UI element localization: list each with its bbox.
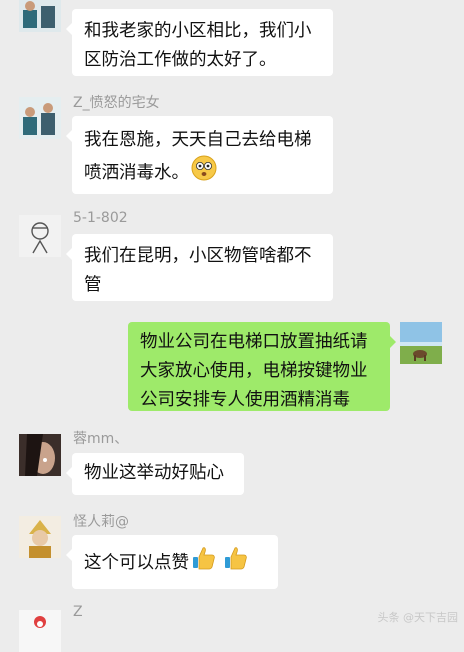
watermark: 头条 @天下吉园 bbox=[377, 611, 459, 624]
message-bubble-self: 物业公司在电梯口放置抽纸请大家放心使用，电梯按键物业公司安排专人使用酒精消毒 bbox=[128, 322, 396, 411]
message-text: 我们在昆明，小区物管啥都不管 bbox=[84, 246, 312, 295]
message-text: 物业公司在电梯口放置抽纸请大家放心使用，电梯按键物业公司安排专人使用酒精消毒 bbox=[140, 332, 368, 410]
message-text: 物业这举动好贴心 bbox=[84, 463, 224, 483]
message-text: 这个可以点赞 bbox=[84, 553, 189, 573]
message-bubble: 和我老家的小区相比，我们小区防治工作做的太好了。 bbox=[66, 9, 333, 76]
message-bubble: 物业这举动好贴心 bbox=[66, 453, 244, 495]
message-bubble: 我在恩施，天天自己去给电梯喷洒消毒水。 bbox=[66, 116, 333, 194]
avatar[interactable] bbox=[19, 0, 61, 32]
avatar[interactable] bbox=[19, 97, 61, 139]
message-bubble: 我们在昆明，小区物管啥都不管 bbox=[66, 234, 333, 301]
avatar[interactable] bbox=[19, 434, 61, 476]
avatar[interactable] bbox=[19, 516, 61, 558]
sender-name: 怪人莉@ bbox=[73, 514, 129, 530]
sender-name: Z_愤怒的宅女 bbox=[73, 95, 160, 111]
sender-name: 蓉mm、 bbox=[73, 431, 129, 447]
thumbs-up-icon bbox=[223, 545, 249, 581]
sender-name: 5-1-802 bbox=[73, 210, 128, 226]
thumbs-up-icon bbox=[191, 545, 217, 581]
sender-name: Z bbox=[73, 604, 83, 620]
message-bubble: 这个可以点赞 bbox=[66, 535, 278, 589]
avatar[interactable] bbox=[19, 610, 61, 652]
shocked-face-icon bbox=[191, 155, 217, 191]
avatar[interactable] bbox=[19, 215, 61, 257]
message-text: 和我老家的小区相比，我们小区防治工作做的太好了。 bbox=[84, 21, 312, 70]
avatar-self[interactable] bbox=[400, 322, 442, 364]
